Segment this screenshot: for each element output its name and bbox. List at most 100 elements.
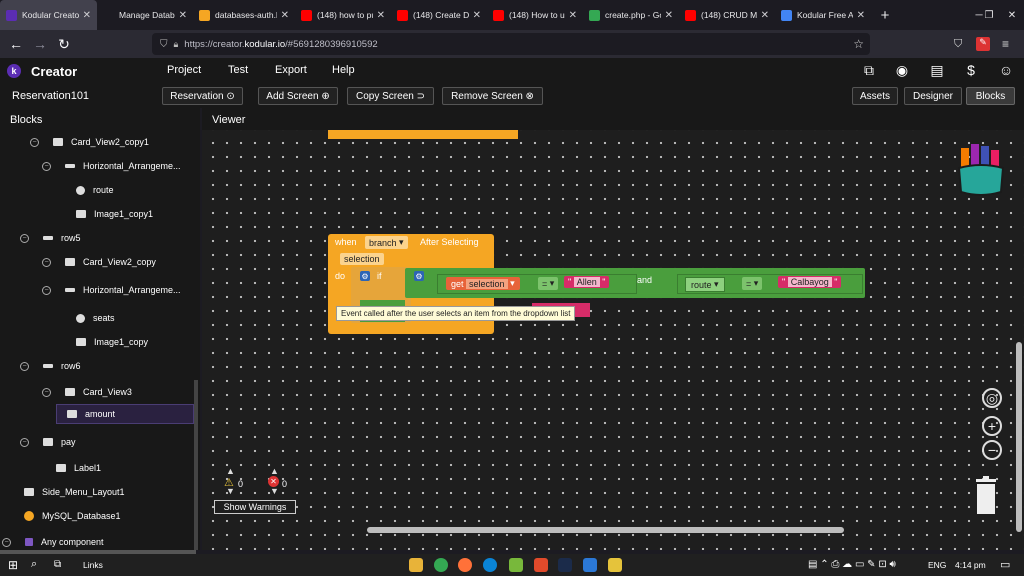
tree-item[interactable]: Side_Menu_Layout1: [24, 482, 125, 502]
tab-close-icon[interactable]: ✕: [281, 10, 289, 21]
assets-button[interactable]: Assets: [852, 87, 898, 105]
browser-tab[interactable]: (148) how to put ✕: [295, 0, 391, 30]
address-bar[interactable]: ⛉ 🔒︎ https://creator.kodular.io/#5691280…: [152, 33, 870, 55]
tab-close-icon[interactable]: ✕: [473, 10, 481, 21]
links-toolbar[interactable]: Links: [83, 560, 103, 570]
tab-close-icon[interactable]: ✕: [857, 10, 865, 21]
clock[interactable]: 4:14 pm: [955, 560, 986, 570]
app-icon-3[interactable]: [583, 558, 597, 572]
browser-tab[interactable]: (148) How to use ✕: [487, 0, 583, 30]
tab-close-icon[interactable]: ✕: [179, 10, 187, 21]
menu-help[interactable]: Help: [332, 64, 355, 76]
lock-icon[interactable]: 🔒︎: [174, 39, 179, 50]
menu-test[interactable]: Test: [228, 64, 248, 76]
reload-icon[interactable]: ↻: [52, 36, 76, 53]
tab-close-icon[interactable]: ✕: [377, 10, 385, 21]
collapse-icon[interactable]: −: [20, 361, 29, 371]
tab-close-icon[interactable]: ✕: [569, 10, 577, 21]
show-warnings-button[interactable]: Show Warnings: [214, 500, 296, 514]
sticky-notes-icon[interactable]: [608, 558, 622, 572]
firefox-icon[interactable]: [458, 558, 472, 572]
tree-item[interactable]: − Card_View2_copy1: [30, 132, 149, 152]
bookmark-star-icon[interactable]: ☆: [853, 37, 864, 51]
err-up-arrow-icon[interactable]: ▲: [270, 466, 279, 476]
tree-item[interactable]: amount: [56, 404, 194, 424]
workspace-hscrollbar[interactable]: [367, 527, 844, 533]
gear-icon[interactable]: ⚙: [360, 271, 370, 281]
designer-button[interactable]: Designer: [904, 87, 962, 105]
screen-select-button[interactable]: Reservation ⊙: [162, 87, 243, 105]
tree-item[interactable]: MySQL_Database1: [24, 506, 121, 526]
tree-item[interactable]: Image1_copy1: [76, 204, 153, 224]
zoom-in-icon[interactable]: +: [982, 416, 1002, 436]
string-block-2[interactable]: " Calbayog ": [778, 276, 842, 288]
warn-up-arrow-icon[interactable]: ▲: [226, 466, 235, 476]
palette-icon[interactable]: ◉: [893, 62, 911, 80]
zoom-out-icon[interactable]: −: [982, 440, 1002, 460]
systray-icons[interactable]: ▤ ⌃ ⎙ ☁ ▭ ✎ ⊡ 🔊︎: [808, 559, 896, 570]
tree-item[interactable]: − Any component: [2, 532, 104, 552]
blocks-button[interactable]: Blocks: [966, 87, 1015, 105]
trash-icon[interactable]: [974, 475, 998, 515]
tree-item[interactable]: − pay: [20, 432, 76, 452]
tab-close-icon[interactable]: ✕: [761, 10, 769, 21]
collapse-icon[interactable]: −: [2, 537, 11, 547]
tree-item[interactable]: − Card_View2_copy: [42, 252, 156, 272]
param-selection[interactable]: selection: [340, 253, 384, 265]
sidebar-scrollbar[interactable]: [194, 380, 198, 550]
string-block-1[interactable]: " Allen ": [564, 276, 610, 288]
block-fragment[interactable]: [328, 130, 518, 139]
collapse-icon[interactable]: −: [42, 161, 51, 171]
tab-close-icon[interactable]: ✕: [83, 10, 91, 21]
mutator-gear-icon[interactable]: ⚙: [414, 271, 424, 281]
tree-item[interactable]: − row6: [20, 356, 81, 376]
backpack-icon[interactable]: [955, 140, 1007, 202]
file-explorer-icon[interactable]: [409, 558, 423, 572]
menu-export[interactable]: Export: [275, 64, 307, 76]
err-down-arrow-icon[interactable]: ▼: [270, 486, 279, 496]
tree-item[interactable]: seats: [76, 308, 115, 328]
copy-screen-button[interactable]: Copy Screen ⊃: [347, 87, 434, 105]
browser-tab[interactable]: create.php - Goo ✕: [583, 0, 679, 30]
maximize-button[interactable]: ❐: [978, 0, 1000, 30]
hamburger-menu-icon[interactable]: ≡: [1002, 37, 1009, 51]
tree-item[interactable]: − Card_View3: [42, 382, 132, 402]
pocket-icon[interactable]: ⛉: [954, 38, 962, 51]
collapse-icon[interactable]: −: [42, 387, 51, 397]
collapse-icon[interactable]: −: [30, 137, 39, 147]
browser-tab[interactable]: Kodular Creator ✕: [0, 0, 97, 30]
browser-tab[interactable]: databases-auth.l ✕: [193, 0, 295, 30]
menu-project[interactable]: Project: [167, 64, 201, 76]
blocks-workspace[interactable]: when branch ▾ After Selecting selection …: [202, 130, 1024, 550]
app-icon-2[interactable]: [534, 558, 548, 572]
app-icon-1[interactable]: [509, 558, 523, 572]
import-icon[interactable]: ⧉: [860, 62, 878, 80]
get-block[interactable]: get selection ▾: [446, 277, 520, 290]
equals-dropdown-2[interactable]: = ▾: [742, 277, 763, 290]
equals-dropdown-1[interactable]: = ▾: [538, 277, 559, 290]
browser-tab[interactable]: (148) Create Dy ✕: [391, 0, 487, 30]
add-screen-button[interactable]: Add Screen ⊕: [258, 87, 338, 105]
collapse-icon[interactable]: −: [42, 285, 51, 295]
component-dropdown[interactable]: branch ▾: [365, 236, 408, 249]
collapse-icon[interactable]: −: [42, 257, 51, 267]
browser-tab[interactable]: (148) CRUD MYS ✕: [679, 0, 775, 30]
language-indicator[interactable]: ENG: [928, 560, 946, 570]
route-getter[interactable]: route ▾: [685, 277, 725, 292]
dollar-icon[interactable]: $: [962, 62, 980, 80]
task-view-icon[interactable]: ⧉: [54, 559, 61, 570]
tree-item[interactable]: − Horizontal_Arrangeme...: [42, 280, 181, 300]
browser-tab[interactable]: Manage Databases ✕: [97, 0, 193, 30]
tree-item[interactable]: − Horizontal_Arrangeme...: [42, 156, 181, 176]
shield-icon[interactable]: ⛉: [160, 39, 168, 50]
tree-item[interactable]: Label1: [56, 458, 101, 478]
tree-item[interactable]: route: [76, 180, 114, 200]
browser-tab[interactable]: Kodular Free AIA ✕: [775, 0, 871, 30]
center-icon[interactable]: ◎: [982, 388, 1002, 408]
account-icon[interactable]: ☺: [997, 62, 1015, 80]
chrome-icon[interactable]: [434, 558, 448, 572]
extension-icon[interactable]: ✎: [976, 37, 990, 51]
back-icon[interactable]: ←: [4, 36, 28, 52]
tree-item[interactable]: Image1_copy: [76, 332, 148, 352]
edge-icon[interactable]: [483, 558, 497, 572]
